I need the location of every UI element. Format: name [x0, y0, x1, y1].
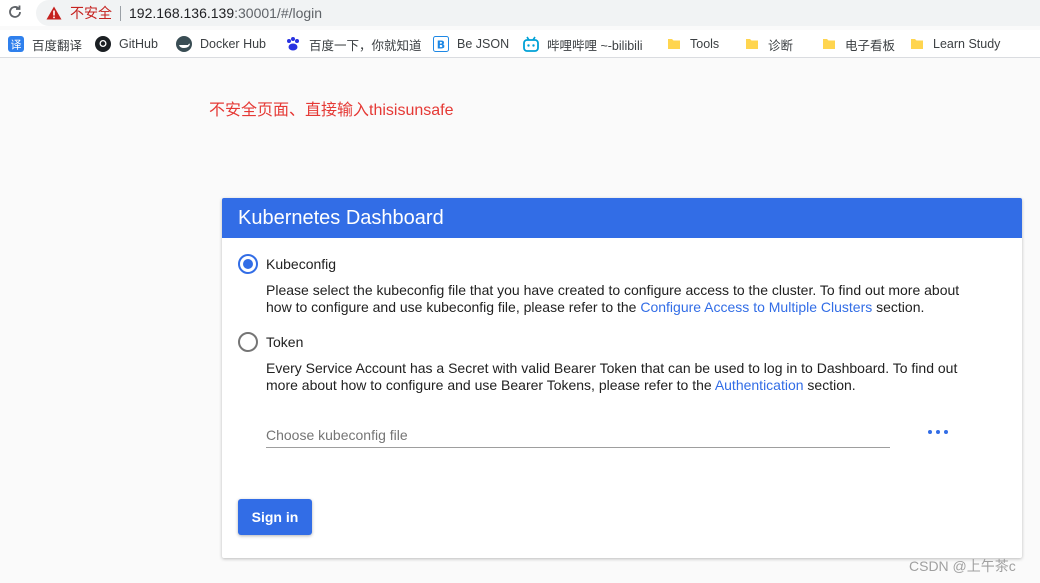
authentication-link[interactable]: Authentication [715, 377, 804, 393]
url-text: 192.168.136.139:30001/#/login [129, 5, 323, 21]
token-description: Every Service Account has a Secret with … [266, 360, 958, 393]
bookmark-folder-diagnosis[interactable]: 诊断 [744, 35, 793, 53]
token-radio[interactable] [238, 332, 258, 352]
folder-icon [744, 36, 760, 52]
kubeconfig-radio[interactable] [238, 254, 258, 274]
watermark: CSDN @上午茶c [909, 558, 1016, 574]
card-title: Kubernetes Dashboard [222, 198, 1022, 238]
bookmark-folder-learn-study[interactable]: Learn Study [909, 35, 1000, 53]
kubeconfig-file-input[interactable]: Choose kubeconfig file [266, 422, 890, 448]
token-label: Token [266, 334, 304, 350]
bookmark-docker-hub[interactable]: Docker Hub [176, 35, 266, 53]
bookmark-folder-tools[interactable]: Tools [666, 35, 719, 53]
kubeconfig-label: Kubeconfig [266, 256, 337, 272]
bookmark-baidu-translate[interactable]: 译 百度翻译 [8, 35, 82, 53]
configure-access-link[interactable]: Configure Access to Multiple Clusters [640, 299, 872, 315]
docker-icon [176, 36, 192, 52]
login-card: Kubernetes Dashboard Kubeconfig Please s… [222, 198, 1022, 558]
more-options-icon[interactable] [928, 424, 948, 440]
github-icon [95, 36, 111, 52]
warning-icon [46, 6, 62, 20]
url-field[interactable]: 不安全 192.168.136.139:30001/#/login [36, 0, 1040, 26]
folder-icon [909, 36, 925, 52]
bookmark-folder-kanban[interactable]: 电子看板 [821, 35, 895, 53]
kubeconfig-description: Please select the kubeconfig file that y… [266, 282, 960, 315]
address-bar: 不安全 192.168.136.139:30001/#/login [0, 0, 1040, 26]
folder-icon [821, 36, 837, 52]
baidu-icon [285, 36, 301, 52]
bookmark-be-json[interactable]: B Be JSON [433, 35, 509, 53]
security-label: 不安全 [70, 5, 112, 21]
reload-icon[interactable] [6, 3, 24, 21]
sign-in-button[interactable]: Sign in [238, 499, 312, 535]
svg-text:B: B [437, 39, 445, 52]
bookmark-github[interactable]: GitHub [95, 35, 158, 53]
bookmarks-bar: 译 百度翻译 GitHub Docker Hub 百度一下，你就知道 B Be … [0, 30, 1040, 58]
json-icon: B [433, 36, 449, 52]
bookmark-bilibili[interactable]: 哔哩哔哩 ~-bilibili [523, 35, 643, 53]
bilibili-icon [523, 36, 539, 52]
annotation-text: 不安全页面、直接输入thisisunsafe [209, 102, 454, 119]
translate-icon: 译 [8, 36, 24, 52]
folder-icon [666, 36, 682, 52]
svg-text:译: 译 [11, 39, 22, 52]
url-divider [120, 5, 121, 21]
bookmark-baidu[interactable]: 百度一下，你就知道 [285, 35, 422, 53]
kubeconfig-option[interactable]: Kubeconfig [238, 254, 336, 274]
token-option[interactable]: Token [238, 332, 303, 352]
